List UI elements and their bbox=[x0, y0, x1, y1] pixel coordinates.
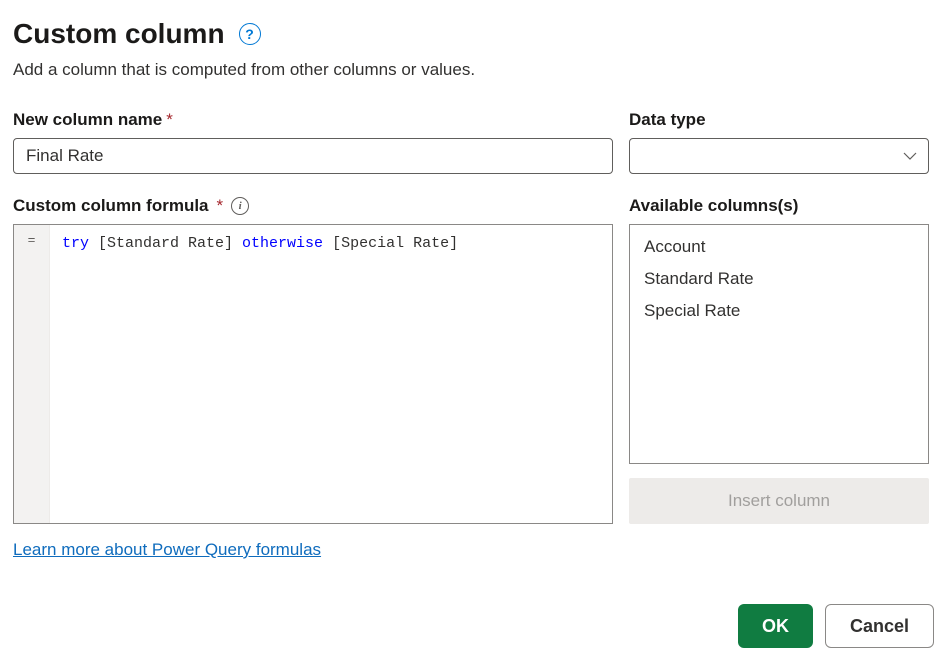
formula-content[interactable]: try [Standard Rate] otherwise [Special R… bbox=[50, 225, 612, 523]
list-item[interactable]: Special Rate bbox=[630, 295, 928, 327]
cancel-button[interactable]: Cancel bbox=[825, 604, 934, 648]
insert-column-button[interactable]: Insert column bbox=[629, 478, 929, 524]
available-columns-label: Available columns(s) bbox=[629, 196, 929, 216]
formula-label: Custom column formula * i bbox=[13, 196, 613, 216]
help-icon[interactable]: ? bbox=[239, 23, 261, 45]
available-columns-list: AccountStandard RateSpecial Rate bbox=[629, 224, 929, 464]
info-icon[interactable]: i bbox=[231, 197, 249, 215]
data-type-select[interactable] bbox=[629, 138, 929, 174]
list-item[interactable]: Account bbox=[630, 231, 928, 263]
formula-gutter: = bbox=[14, 225, 50, 523]
formula-editor[interactable]: = try [Standard Rate] otherwise [Special… bbox=[13, 224, 613, 524]
column-name-input[interactable] bbox=[13, 138, 613, 174]
required-indicator: * bbox=[217, 196, 224, 216]
data-type-label: Data type bbox=[629, 110, 929, 130]
learn-more-link[interactable]: Learn more about Power Query formulas bbox=[13, 540, 321, 560]
required-indicator: * bbox=[166, 110, 173, 130]
page-subtitle: Add a column that is computed from other… bbox=[13, 60, 934, 80]
list-item[interactable]: Standard Rate bbox=[630, 263, 928, 295]
page-title: Custom column bbox=[13, 18, 225, 50]
ok-button[interactable]: OK bbox=[738, 604, 813, 648]
column-name-label: New column name * bbox=[13, 110, 613, 130]
